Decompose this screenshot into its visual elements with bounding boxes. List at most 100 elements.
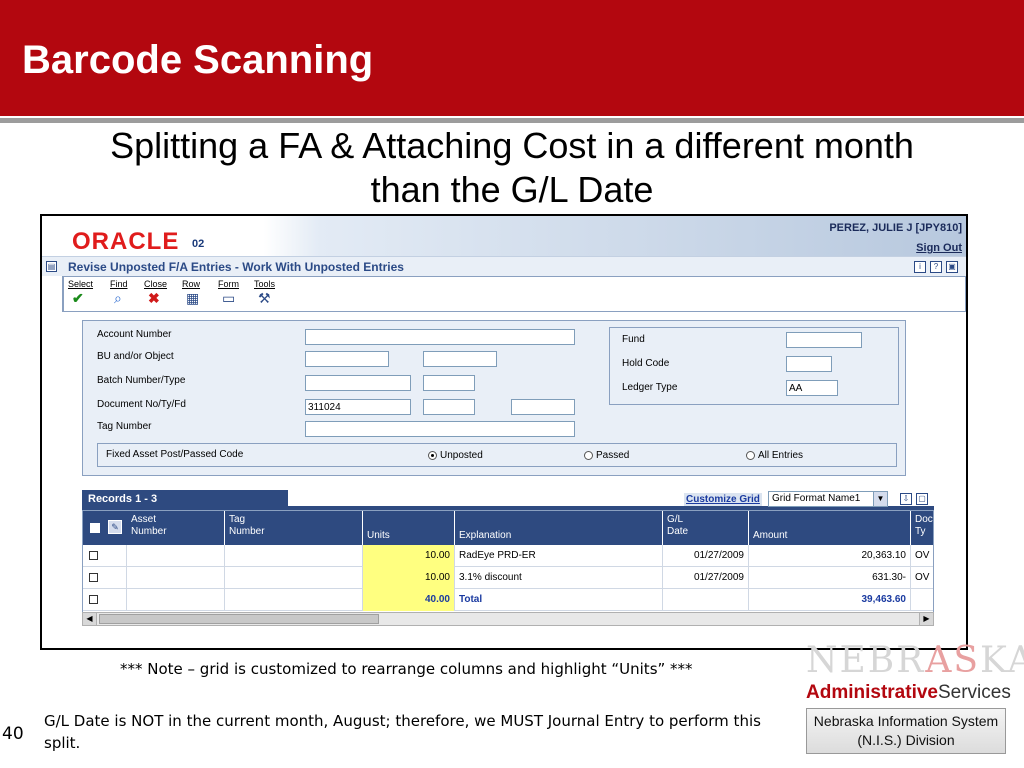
search-panel: Account Number BU and/or Object Batch Nu… [82, 320, 906, 476]
radio-passed-dot[interactable] [584, 451, 593, 460]
hold-code-input[interactable] [786, 356, 832, 372]
cell-asset-number [127, 589, 225, 611]
body-text: G/L Date is NOT in the current month, Au… [44, 712, 761, 752]
cell-gl-date[interactable]: 01/27/2009 [663, 545, 749, 567]
radio-passed[interactable]: Passed [584, 450, 629, 461]
cell-amount-total: 39,463.60 [749, 589, 911, 611]
cell-doc-type[interactable]: OV [911, 545, 933, 567]
select-button[interactable]: Select ✔ [68, 279, 108, 307]
cell-total-label: Total [455, 589, 663, 611]
table-row[interactable]: 10.00 RadEye PRD-ER 01/27/2009 20,363.10… [83, 545, 933, 567]
col-gl-date[interactable]: G/L Date [663, 511, 749, 545]
document-number-input[interactable] [305, 399, 411, 415]
cell-asset-number[interactable] [127, 567, 225, 589]
oracle-logo: ORACLE [72, 228, 180, 255]
radio-unposted[interactable]: Unposted [428, 450, 483, 461]
chevron-down-icon[interactable]: ▼ [873, 492, 887, 506]
col-doc-type[interactable]: Doc Ty [911, 511, 933, 545]
form-menu-icon[interactable]: ▤ [46, 261, 57, 272]
subtitle-line-2: than the G/L Date [370, 169, 654, 210]
cell-explanation[interactable]: 3.1% discount [455, 567, 663, 589]
cell-tag-number[interactable] [225, 567, 363, 589]
radio-all-entries[interactable]: All Entries [746, 450, 803, 461]
col-units[interactable]: Units [363, 511, 455, 545]
row-checkbox[interactable] [89, 551, 98, 560]
row-label: Row [182, 279, 201, 289]
edit-icon[interactable]: ✎ [108, 520, 122, 534]
form-button[interactable]: Form ▭ [218, 279, 258, 307]
close-button[interactable]: Close ✖ [144, 279, 184, 307]
customize-grid-link[interactable]: Customize Grid [684, 493, 762, 506]
row-checkbox[interactable] [89, 573, 98, 582]
form-label: Form [218, 279, 239, 289]
col-units-label: Units [367, 530, 390, 541]
document-type-input[interactable] [423, 399, 475, 415]
row-checkbox[interactable] [89, 595, 98, 604]
cell-tag-number[interactable] [225, 545, 363, 567]
radio-all-entries-dot[interactable] [746, 451, 755, 460]
row-edit-cell [105, 545, 127, 567]
col-amount[interactable]: Amount [749, 511, 911, 545]
batch-number-input[interactable] [305, 375, 411, 391]
form-title: Revise Unposted F/A Entries - Work With … [68, 260, 404, 274]
col-asset-line-1: Asset [131, 514, 157, 525]
grid-maximize-icon[interactable]: ▢ [916, 493, 928, 505]
cell-asset-number[interactable] [127, 545, 225, 567]
select-all-checkbox[interactable] [90, 523, 100, 533]
close-icon: ✖ [148, 290, 160, 306]
maximize-icon[interactable]: ▣ [946, 261, 958, 273]
ledger-box: Fund Hold Code Ledger Type [609, 327, 899, 405]
form-title-bar: ▤ Revise Unposted F/A Entries - Work Wit… [42, 256, 966, 276]
col-explanation[interactable]: Explanation [455, 511, 663, 545]
object-input[interactable] [423, 351, 497, 367]
horizontal-scrollbar[interactable]: ◀ ▶ [82, 612, 934, 626]
cell-amount[interactable]: 631.30- [749, 567, 911, 589]
col-tag-number[interactable]: Tag Number [225, 511, 363, 545]
row-icon: ▦ [186, 290, 200, 306]
nebraska-wordmark: NEBRASKA [806, 640, 1024, 681]
tag-number-label: Tag Number [97, 421, 152, 432]
grid-format-select[interactable]: Grid Format Name1 ▼ [768, 491, 888, 507]
export-icon[interactable]: ⇩ [900, 493, 912, 505]
document-fd-input[interactable] [511, 399, 575, 415]
scroll-left-icon[interactable]: ◀ [83, 613, 97, 625]
subtitle-line-1: Splitting a FA & Attaching Cost in a dif… [110, 125, 914, 166]
slide-title: Barcode Scanning [22, 38, 374, 82]
close-label: Close [144, 279, 168, 289]
scrollbar-thumb[interactable] [99, 614, 379, 624]
cell-gl-date[interactable]: 01/27/2009 [663, 567, 749, 589]
account-number-label: Account Number [97, 329, 172, 340]
help-icon[interactable]: ? [930, 261, 942, 273]
nebraska-accent: AS [925, 640, 981, 681]
nebraska-post: KA [980, 640, 1024, 681]
fund-input[interactable] [786, 332, 862, 348]
division-line-1: Nebraska Information System [813, 713, 999, 729]
table-row[interactable]: 10.00 3.1% discount 01/27/2009 631.30- O… [83, 567, 933, 589]
cell-units[interactable]: 10.00 [363, 567, 455, 589]
cell-amount[interactable]: 20,363.10 [749, 545, 911, 567]
batch-label: Batch Number/Type [97, 375, 186, 386]
tools-button[interactable]: Tools ⚒ [254, 279, 294, 307]
table-row-total[interactable]: 40.00 Total 39,463.60 [83, 589, 933, 611]
bu-input[interactable] [305, 351, 389, 367]
services-text: Services [937, 682, 1011, 703]
cell-units[interactable]: 10.00 [363, 545, 455, 567]
post-code-box: Fixed Asset Post/Passed Code Unposted Pa… [97, 443, 897, 467]
ledger-type-input[interactable] [786, 380, 838, 396]
nebraska-pre: NEBR [806, 640, 926, 681]
grid-icons: ⇩ ▢ [900, 493, 928, 505]
sign-out-link[interactable]: Sign Out [916, 242, 962, 254]
col-asset-number[interactable]: Asset Number [127, 511, 225, 545]
info-icon[interactable]: i [914, 261, 926, 273]
cell-explanation[interactable]: RadEye PRD-ER [455, 545, 663, 567]
col-doc-line-1: Doc [915, 514, 933, 525]
cell-doc-type[interactable]: OV [911, 567, 933, 589]
account-number-input[interactable] [305, 329, 575, 345]
radio-unposted-dot[interactable] [428, 451, 437, 460]
scroll-right-icon[interactable]: ▶ [919, 613, 933, 625]
document-label: Document No/Ty/Fd [97, 399, 186, 410]
batch-type-input[interactable] [423, 375, 475, 391]
col-explanation-label: Explanation [459, 530, 512, 541]
row-button[interactable]: Row ▦ [182, 279, 222, 307]
tag-number-input[interactable] [305, 421, 575, 437]
